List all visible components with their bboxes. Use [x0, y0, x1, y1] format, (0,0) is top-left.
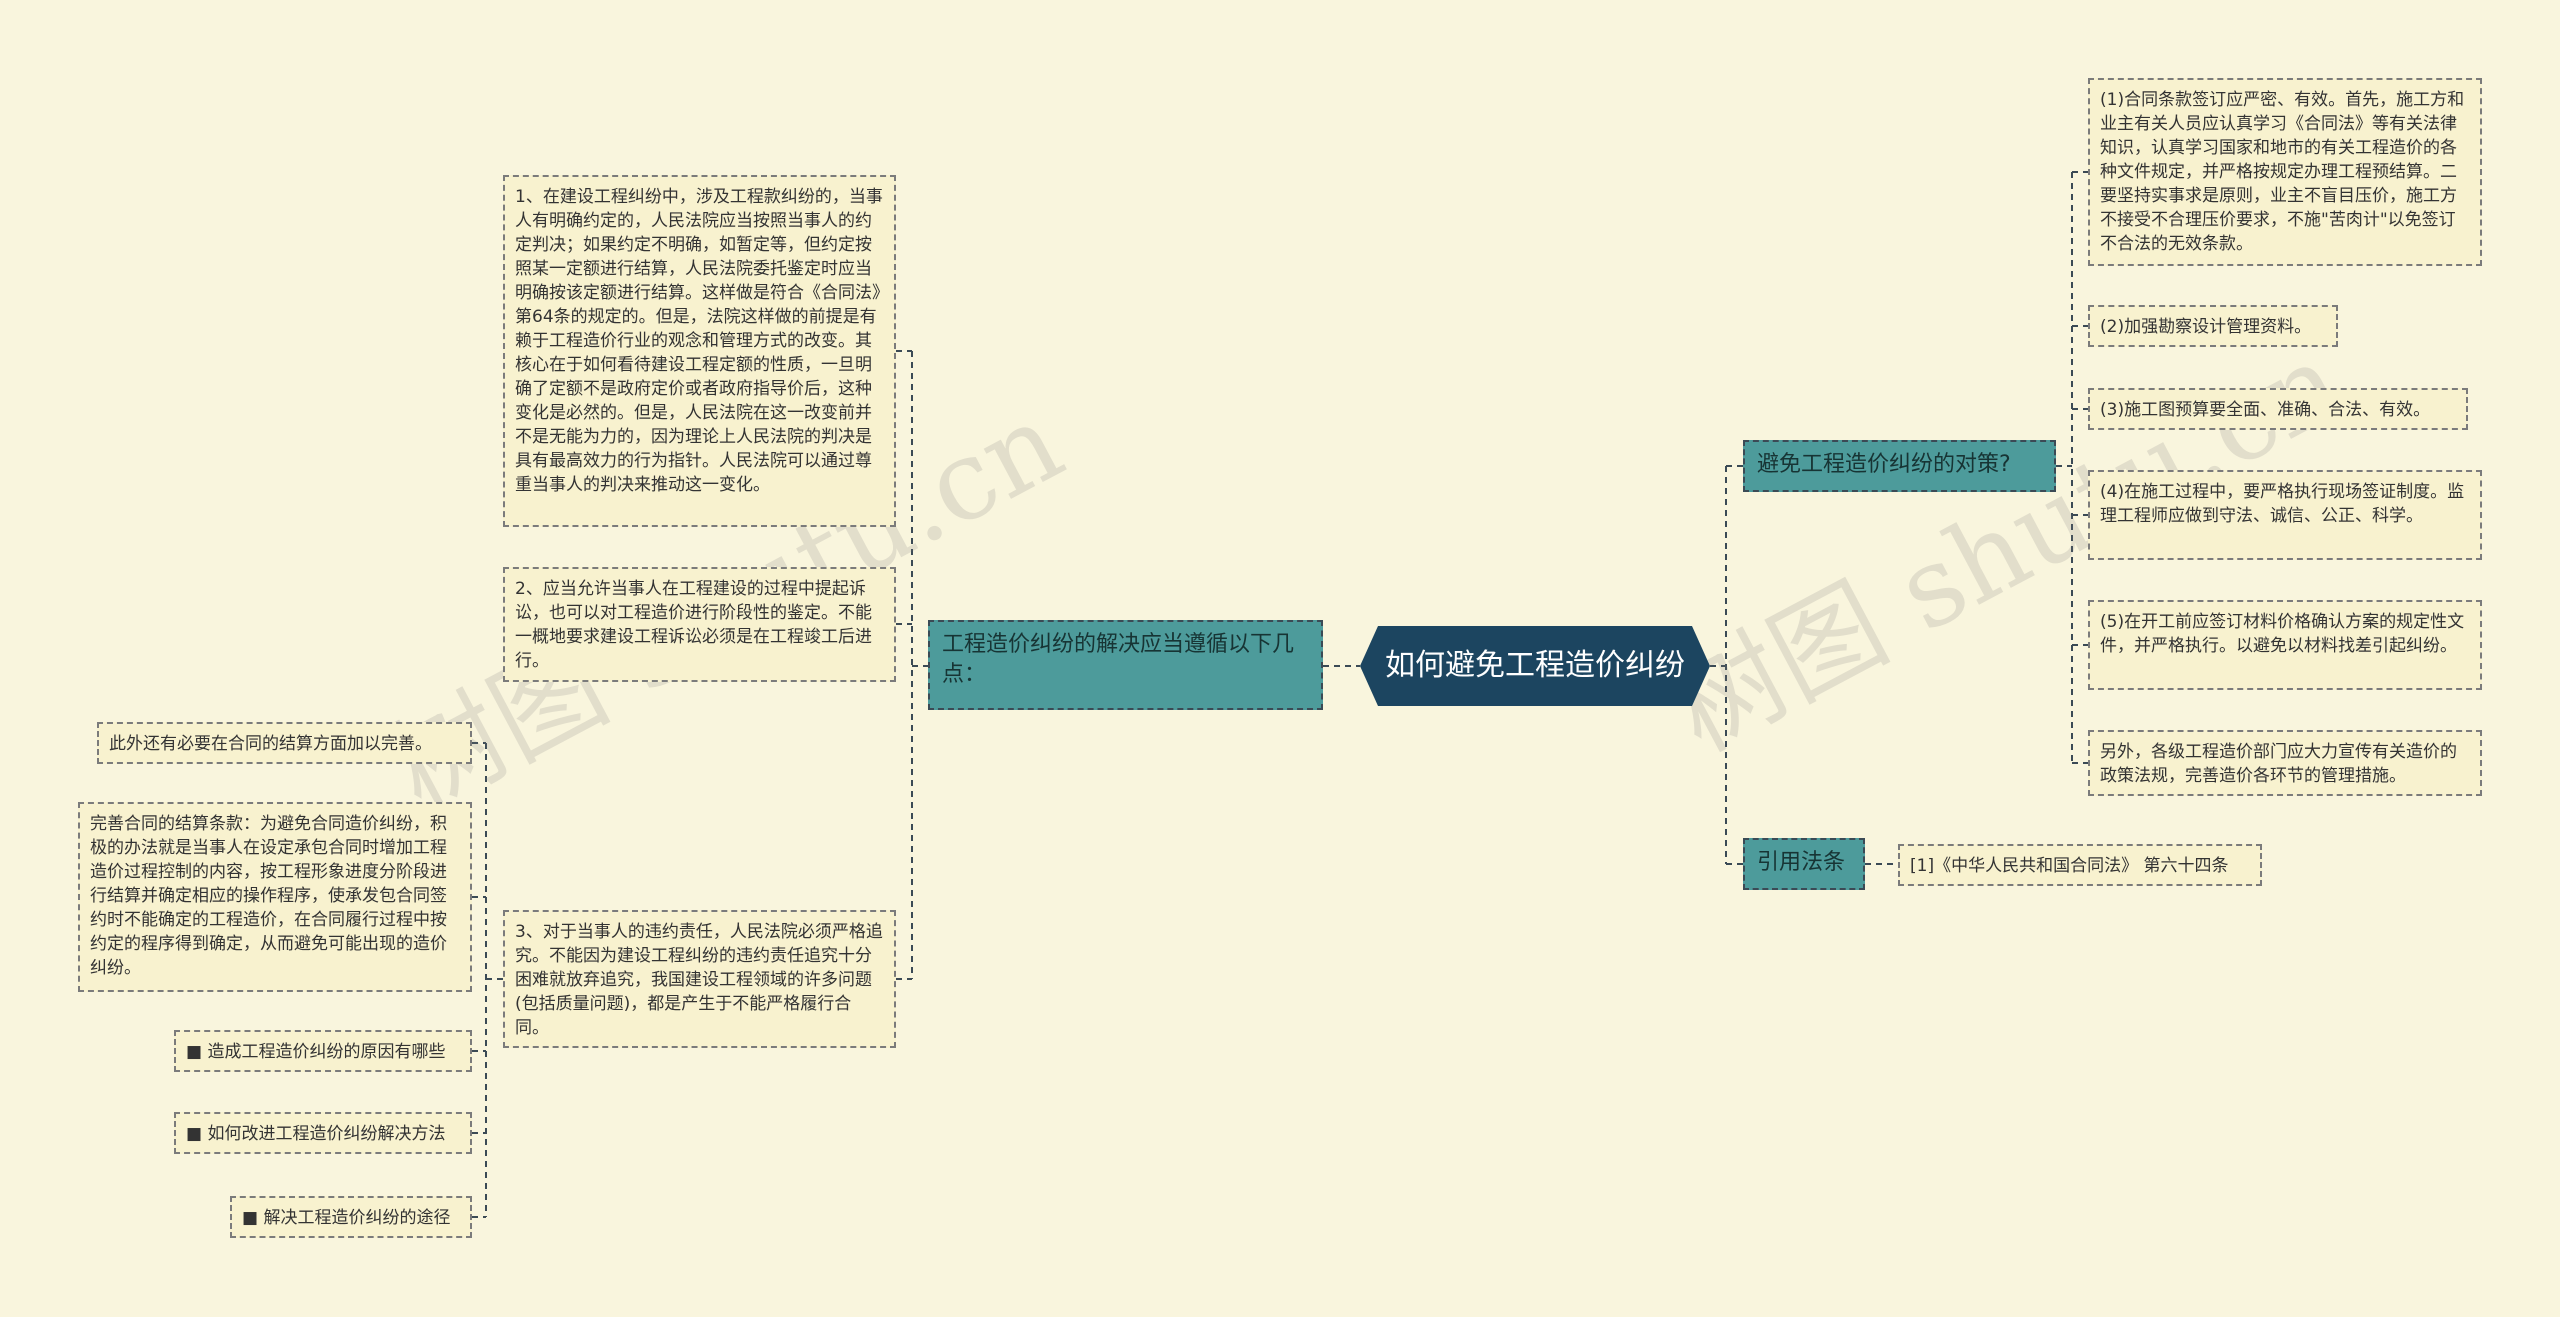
branch-countermeasures[interactable]: 避免工程造价纠纷的对策?: [1743, 440, 2056, 492]
leaf-countermeasure-5[interactable]: (5)在开工前应签订材料价格确认方案的规定性文件，并严格执行。以避免以材料找差引…: [2088, 600, 2482, 690]
branch-cited-law[interactable]: 引用法条: [1743, 838, 1865, 890]
related-link-causes[interactable]: ■ 造成工程造价纠纷的原因有哪些: [174, 1030, 472, 1072]
leaf-countermeasure-4[interactable]: (4)在施工过程中，要严格执行现场签证制度。监理工程师应做到守法、诚信、公正、科…: [2088, 470, 2482, 560]
related-link-ways[interactable]: ■ 解决工程造价纠纷的途径: [230, 1196, 472, 1238]
leaf-countermeasure-2[interactable]: (2)加强勘察设计管理资料。: [2088, 305, 2338, 347]
leaf-settlement-note[interactable]: 此外还有必要在合同的结算方面加以完善。: [97, 722, 472, 764]
leaf-cited-law-1[interactable]: [1]《中华人民共和国合同法》 第六十四条: [1898, 844, 2262, 886]
leaf-principle-2[interactable]: 2、应当允许当事人在工程建设的过程中提起诉讼，也可以对工程造价进行阶段性的鉴定。…: [503, 567, 896, 682]
related-link-improve[interactable]: ■ 如何改进工程造价纠纷解决方法: [174, 1112, 472, 1154]
leaf-principle-3[interactable]: 3、对于当事人的违约责任，人民法院必须严格追究。不能因为建设工程纠纷的违约责任追…: [503, 910, 896, 1048]
branch-dispute-principles[interactable]: 工程造价纠纷的解决应当遵循以下几点：: [928, 620, 1323, 710]
mindmap-canvas: 树图 shutu.cn 树图 shutu.cn 如何避免工程造价纠纷 工程造价纠…: [0, 0, 2560, 1317]
leaf-countermeasure-extra[interactable]: 另外，各级工程造价部门应大力宣传有关造价的政策法规，完善造价各环节的管理措施。: [2088, 730, 2482, 796]
root-node[interactable]: 如何避免工程造价纠纷: [1360, 626, 1710, 706]
leaf-countermeasure-3[interactable]: (3)施工图预算要全面、准确、合法、有效。: [2088, 388, 2468, 430]
leaf-principle-1[interactable]: 1、在建设工程纠纷中，涉及工程款纠纷的，当事人有明确约定的，人民法院应当按照当事…: [503, 175, 896, 527]
leaf-settlement-clause[interactable]: 完善合同的结算条款：为避免合同造价纠纷，积极的办法就是当事人在设定承包合同时增加…: [78, 802, 472, 992]
leaf-countermeasure-1[interactable]: (1)合同条款签订应严密、有效。首先，施工方和业主有关人员应认真学习《合同法》等…: [2088, 78, 2482, 266]
